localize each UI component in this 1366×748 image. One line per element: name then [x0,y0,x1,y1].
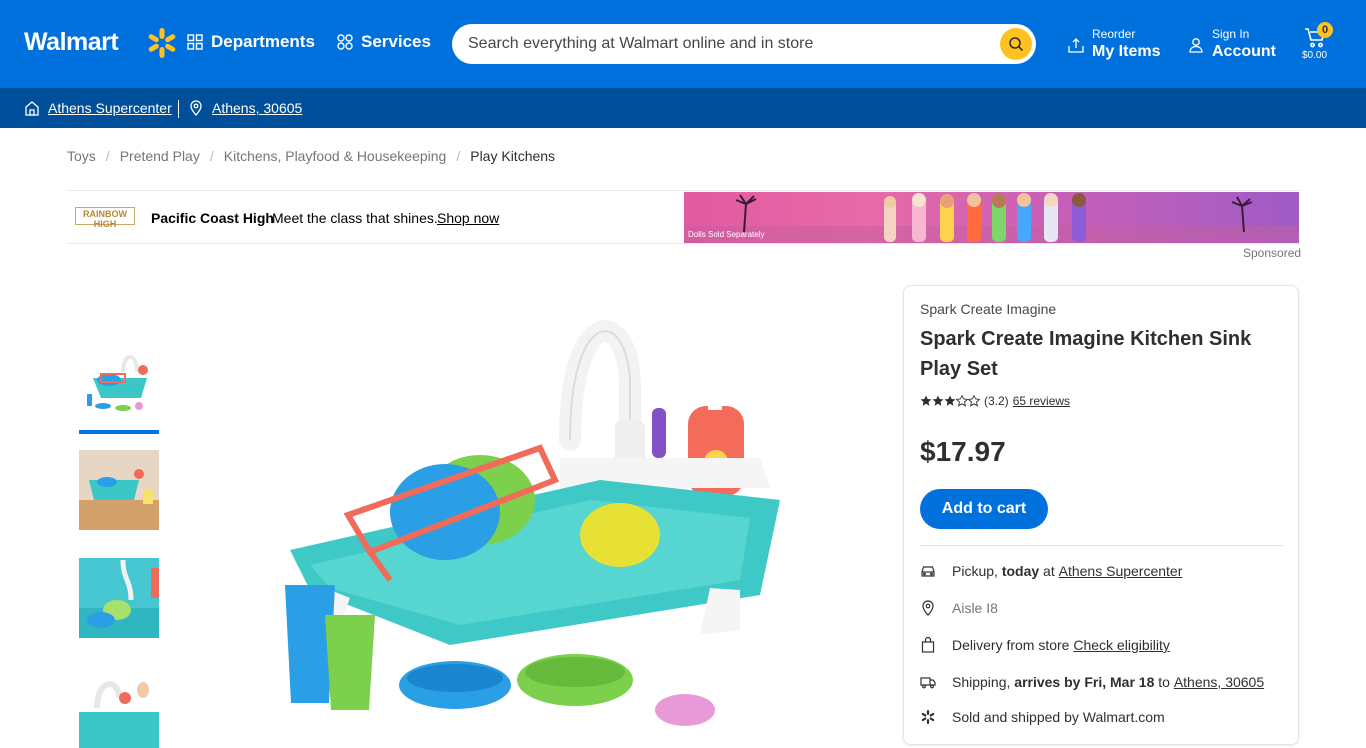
delivery-prefix: Delivery from store [952,637,1070,653]
cart-count-badge: 0 [1317,22,1333,38]
services-icon [337,34,353,50]
logo-text: Walmart [24,28,119,56]
cart-total: $0.00 [1302,50,1328,61]
shopping-bag-icon [921,637,935,653]
car-icon [921,566,935,577]
sold-by-label: Sold and shipped by Walmart.com [952,709,1165,725]
global-header: Walmart Departments Services Search ever… [0,0,1366,88]
reorder-small-label: Reorder [1092,27,1136,41]
location-pin-icon [922,600,934,616]
product-brand-link[interactable]: Spark Create Imagine [920,301,1056,317]
star-empty-icon [968,395,980,407]
star-filled-icon [944,395,956,406]
search-icon [1009,37,1024,52]
star-filled-icon [932,395,944,406]
aisle-label: Aisle I8 [952,600,998,616]
breadcrumb-separator: / [456,148,461,164]
product-rating[interactable]: (3.2) 65 reviews [920,394,1070,408]
departments-button[interactable]: Departments [187,32,315,52]
subheader-divider [178,100,179,118]
signin-small-label: Sign In [1212,27,1250,41]
check-eligibility-link[interactable]: Check eligibility [1073,637,1169,653]
breadcrumb-kitchens[interactable]: Kitchens, Playfood & Housekeeping [224,148,447,164]
search-button[interactable] [1000,28,1032,60]
sponsored-ad-banner[interactable]: RAINBOW HIGH Pacific Coast High Meet the… [67,190,1299,244]
account-button[interactable]: Sign In Account [1188,27,1276,63]
thumbnail-faucet-image [79,668,159,748]
reorder-button[interactable]: Reorder My Items [1068,27,1160,63]
rating-value: (3.2) [984,394,1009,408]
departments-label: Departments [211,32,315,51]
pickup-at: at [1043,563,1055,579]
user-icon [1189,38,1203,53]
pickup-when: today [1001,563,1040,579]
ad-brand: Pacific Coast High [151,210,274,226]
thumbnail-2[interactable] [79,450,159,530]
kitchen-sink-illustration [285,320,780,726]
spark-icon [148,28,176,58]
main-product-image[interactable] [270,290,830,728]
add-to-cart-button[interactable]: Add to cart [920,489,1048,529]
product-info-panel: Spark Create Imagine Spark Create Imagin… [903,285,1299,745]
seller-info: Sold and shipped by Walmart.com [920,709,1165,725]
cart-button[interactable]: 0 $0.00 [1300,22,1336,66]
thumbnail-1[interactable] [79,342,159,422]
rating-stars [920,395,980,407]
reorder-big-label: My Items [1092,43,1161,60]
breadcrumb-separator: / [105,148,110,164]
star-empty-icon [956,395,968,407]
delivery-option: Delivery from store Check eligibility [920,637,1170,653]
thumbnail-lifestyle-image [79,450,159,530]
thumbnail-sink-image [79,342,159,422]
walmart-logo[interactable]: Walmart [24,28,176,58]
shipping-prefix: Shipping, [952,674,1011,690]
ad-image[interactable]: Dolls Sold Separately [684,192,1299,243]
services-label: Services [361,32,431,51]
ad-dolls-illustration [684,193,1299,243]
search-bar [452,24,1036,64]
shipping-when: arrives by Fri, Mar 18 [1014,674,1155,690]
product-title: Spark Create Imagine Kitchen Sink Play S… [920,328,1252,380]
search-input[interactable] [468,24,988,64]
store-icon [25,101,39,116]
reviews-link[interactable]: 65 reviews [1013,394,1070,408]
pickup-prefix: Pickup, [952,563,998,579]
ad-shop-now-link[interactable]: Shop now [437,210,499,226]
thumbnail-4[interactable] [79,668,159,748]
pickup-store-link[interactable]: Athens Supercenter [1059,563,1183,579]
services-button[interactable]: Services [337,32,431,52]
reorder-icon [1068,38,1084,53]
store-name: Athens Supercenter [48,100,172,116]
star-filled-icon [920,395,932,406]
shipping-location-link[interactable]: Athens, 30605 [1174,674,1264,690]
location-selector[interactable]: Athens, 30605 [188,100,302,116]
aisle-info: Aisle I8 [920,600,998,616]
breadcrumb-separator: / [209,148,214,164]
shipping-option: Shipping, arrives by Fri, Mar 18 to Athe… [920,674,1264,690]
spark-icon [921,710,935,724]
breadcrumb: Toys / Pretend Play / Kitchens, Playfood… [67,148,555,164]
location-label: Athens, 30605 [212,100,303,116]
location-pin-icon [190,100,202,116]
truck-icon [920,677,936,689]
grid-icon [187,34,203,50]
rainbow-high-logo: RAINBOW HIGH [75,207,135,229]
ad-text: Meet the class that shines. [272,210,438,226]
ad-disclaimer: Dolls Sold Separately [688,230,765,239]
pickup-option: Pickup, today at Athens Supercenter [920,563,1182,579]
breadcrumb-pretend-play[interactable]: Pretend Play [120,148,200,164]
store-selector[interactable]: Athens Supercenter [24,100,172,116]
thumbnail-3[interactable] [79,558,159,638]
thumbnail-closeup-image [79,558,159,638]
store-bar: Athens Supercenter Athens, 30605 [0,88,1366,128]
sponsored-label: Sponsored [1243,246,1302,260]
shipping-to: to [1158,674,1170,690]
account-big-label: Account [1212,43,1276,60]
thumbnail-selected-indicator [79,430,159,434]
product-price: $17.97 [920,436,1006,467]
breadcrumb-toys[interactable]: Toys [67,148,96,164]
panel-divider [920,545,1284,546]
breadcrumb-play-kitchens[interactable]: Play Kitchens [470,148,555,164]
